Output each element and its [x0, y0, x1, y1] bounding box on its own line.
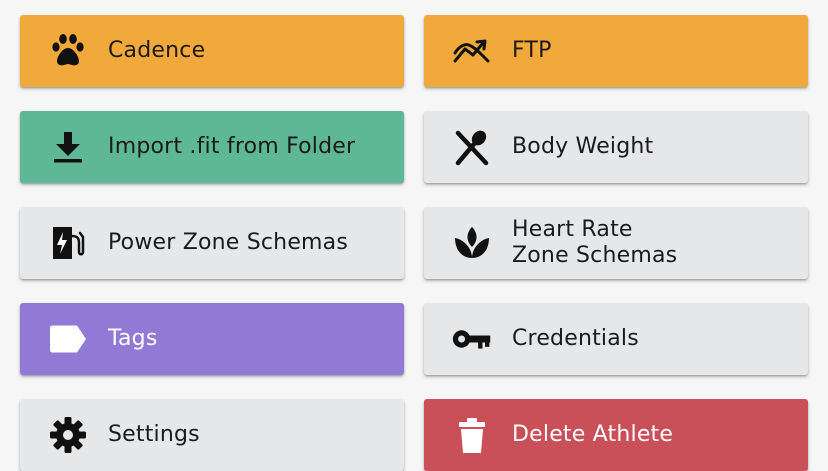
credentials-button[interactable]: Credentials: [424, 303, 808, 375]
cadence-button[interactable]: Cadence: [20, 15, 404, 87]
ev-charging-icon: [48, 223, 88, 263]
heart-rate-label-line1: Heart Rate: [512, 217, 633, 242]
heart-rate-zone-schemas-button[interactable]: Heart Rate Zone Schemas: [424, 207, 808, 279]
settings-button[interactable]: Settings: [20, 399, 404, 471]
import-fit-button[interactable]: Import .fit from Folder: [20, 111, 404, 183]
body-weight-label: Body Weight: [512, 134, 654, 159]
power-zone-schemas-button[interactable]: Power Zone Schemas: [20, 207, 404, 279]
utensils-icon: [452, 127, 492, 167]
trash-icon: [452, 415, 492, 455]
menu-grid: Cadence FTP Import .fit from Folder Body…: [0, 0, 828, 471]
key-icon: [452, 319, 492, 359]
heart-rate-label-line2: Zone Schemas: [512, 243, 678, 268]
lotus-icon: [452, 223, 492, 263]
credentials-label: Credentials: [512, 326, 639, 351]
ftp-label: FTP: [512, 38, 552, 63]
body-weight-button[interactable]: Body Weight: [424, 111, 808, 183]
trend-up-icon: [452, 31, 492, 71]
tag-icon: [48, 319, 88, 359]
ftp-button[interactable]: FTP: [424, 15, 808, 87]
heart-rate-zone-schemas-label: Heart Rate Zone Schemas: [512, 217, 752, 269]
gear-icon: [48, 415, 88, 455]
tags-button[interactable]: Tags: [20, 303, 404, 375]
import-fit-label: Import .fit from Folder: [108, 134, 356, 159]
settings-label: Settings: [108, 422, 200, 447]
delete-athlete-button[interactable]: Delete Athlete: [424, 399, 808, 471]
paw-icon: [48, 31, 88, 71]
tags-label: Tags: [108, 326, 158, 351]
delete-athlete-label: Delete Athlete: [512, 422, 674, 447]
power-zone-schemas-label: Power Zone Schemas: [108, 230, 349, 255]
cadence-label: Cadence: [108, 38, 206, 63]
download-icon: [48, 127, 88, 167]
